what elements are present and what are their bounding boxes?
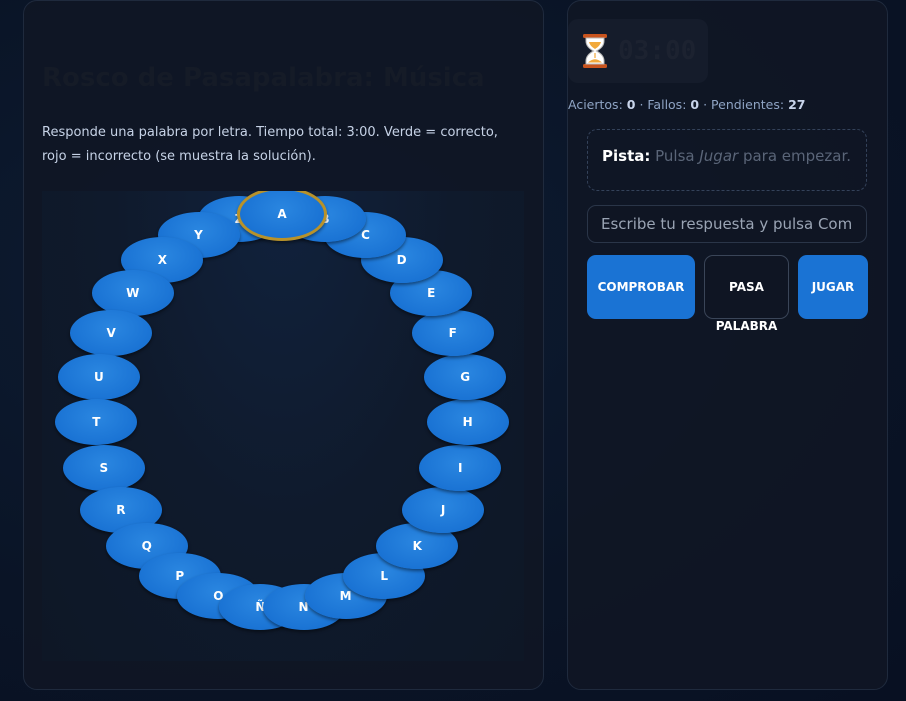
pending-count: 27: [788, 97, 806, 112]
pass-word-button-label: PALABRA: [715, 319, 778, 333]
page-title: Rosco de Pasapalabra: Música: [42, 63, 485, 93]
clue-text-end: para empezar.: [738, 147, 852, 165]
misses-count: 0: [690, 97, 700, 112]
rosco-letter-f: F: [411, 309, 494, 356]
timer: 03:00: [568, 19, 708, 83]
clue-label: Pista:: [602, 147, 651, 165]
rosco-letter-g: G: [424, 353, 507, 400]
stats-separator: ·: [699, 97, 712, 112]
clue-text-start: Pulsa: [655, 147, 700, 165]
instructions-text: Responde una palabra por letra. Tiempo t…: [42, 125, 498, 164]
pass-word-button[interactable]: PASA: [704, 255, 789, 319]
rosco-letter-u: U: [57, 353, 140, 400]
check-button[interactable]: COMPROBAR: [587, 255, 695, 319]
rosco-letter-s: S: [62, 444, 145, 491]
control-panel: 03:00 Aciertos: 0 · Fallos: 0 · Pendient…: [567, 0, 888, 690]
score-stats: Aciertos: 0 · Fallos: 0 · Pendientes: 27: [568, 97, 805, 112]
pending-label: Pendientes:: [711, 97, 785, 112]
rosco-letter-i: I: [419, 444, 502, 491]
game-panel: Rosco de Pasapalabra: Música Responde un…: [23, 0, 544, 690]
clue-text-emphasis: Jugar: [699, 147, 739, 165]
rosco-letter-h: H: [426, 399, 509, 446]
hits-label: Aciertos:: [568, 97, 623, 112]
rosco-board: ABCDEFGHIJKLMNÑOPQRSTUVWXYZ: [42, 191, 524, 661]
clue-box: Pista: Pulsa Jugar para empezar.: [587, 129, 867, 191]
misses-label: Fallos:: [647, 97, 687, 112]
rosco-letter-t: T: [55, 399, 138, 446]
play-button[interactable]: JUGAR: [798, 255, 868, 319]
timer-value: 03:00: [618, 36, 697, 66]
rosco-letter-j: J: [402, 486, 485, 533]
rosco-letter-v: V: [70, 309, 153, 356]
hourglass-icon: [583, 34, 607, 68]
stats-separator: ·: [635, 97, 648, 112]
answer-input[interactable]: [587, 205, 867, 243]
